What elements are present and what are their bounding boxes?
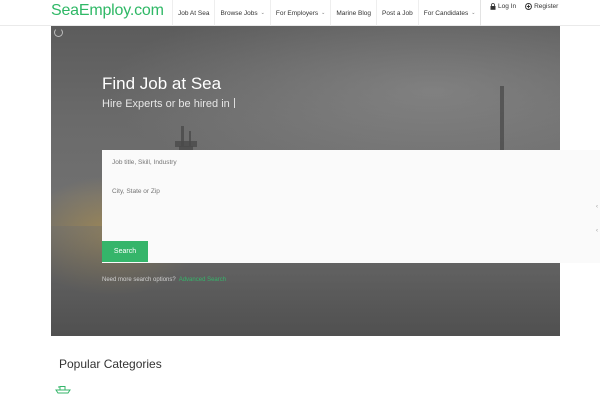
login-label: Log In <box>498 3 517 10</box>
nav-item-label: Marine Blog <box>336 9 372 17</box>
chevron-down-icon: ⌄ <box>471 10 476 16</box>
nav-item-marine-blog[interactable]: Marine Blog <box>330 0 376 26</box>
loading-spinner-icon <box>54 28 63 37</box>
auth-links: Log In Register <box>480 0 558 26</box>
nav-item-for-employers[interactable]: For Employers ⌄ <box>269 0 330 26</box>
site-logo[interactable]: SeaEmploy.com <box>51 2 164 20</box>
typing-caret <box>233 98 235 108</box>
hero-subtitle-text: Hire Experts or be hired in <box>102 98 230 110</box>
advanced-search-link[interactable]: Advanced Search <box>179 277 226 283</box>
main-nav: Job At Sea Browse Jobs ⌄ For Employers ⌄… <box>172 0 480 26</box>
keyword-input[interactable] <box>112 159 412 166</box>
nav-item-job-at-sea[interactable]: Job At Sea <box>172 0 214 26</box>
ship-icon[interactable] <box>55 384 71 394</box>
top-header: SeaEmploy.com Job At Sea Browse Jobs ⌄ F… <box>0 0 600 26</box>
chevron-down-icon: ⌄ <box>321 10 326 16</box>
hero-subtitle: Hire Experts or be hired in <box>102 98 235 110</box>
login-link[interactable]: Log In <box>490 3 516 10</box>
search-button[interactable]: Search <box>102 241 148 262</box>
search-panel <box>102 150 600 263</box>
chevron-down-icon: ⌄ <box>260 10 265 16</box>
nav-item-browse-jobs[interactable]: Browse Jobs ⌄ <box>214 0 269 26</box>
user-plus-icon <box>525 3 533 10</box>
nav-item-label: For Candidates <box>423 9 469 17</box>
nav-item-label: Job At Sea <box>178 9 210 17</box>
hero-title: Find Job at Sea <box>102 74 222 93</box>
popular-categories-title: Popular Categories <box>59 357 162 371</box>
lock-icon <box>490 3 496 10</box>
carousel-arrows[interactable]: ‹ ‹ <box>596 195 598 243</box>
register-label: Register <box>534 3 559 10</box>
nav-item-label: Browse Jobs <box>220 9 258 17</box>
register-link[interactable]: Register <box>525 3 558 10</box>
nav-item-label: Post a Job <box>382 9 413 17</box>
nav-item-label: For Employers <box>275 9 319 17</box>
advanced-search-text: Need more search options? <box>102 277 176 283</box>
advanced-search-hint: Need more search options? Advanced Search <box>102 277 226 283</box>
location-input[interactable] <box>112 188 412 195</box>
nav-item-for-candidates[interactable]: For Candidates ⌄ <box>417 0 481 26</box>
nav-item-post-a-job[interactable]: Post a Job <box>376 0 418 26</box>
